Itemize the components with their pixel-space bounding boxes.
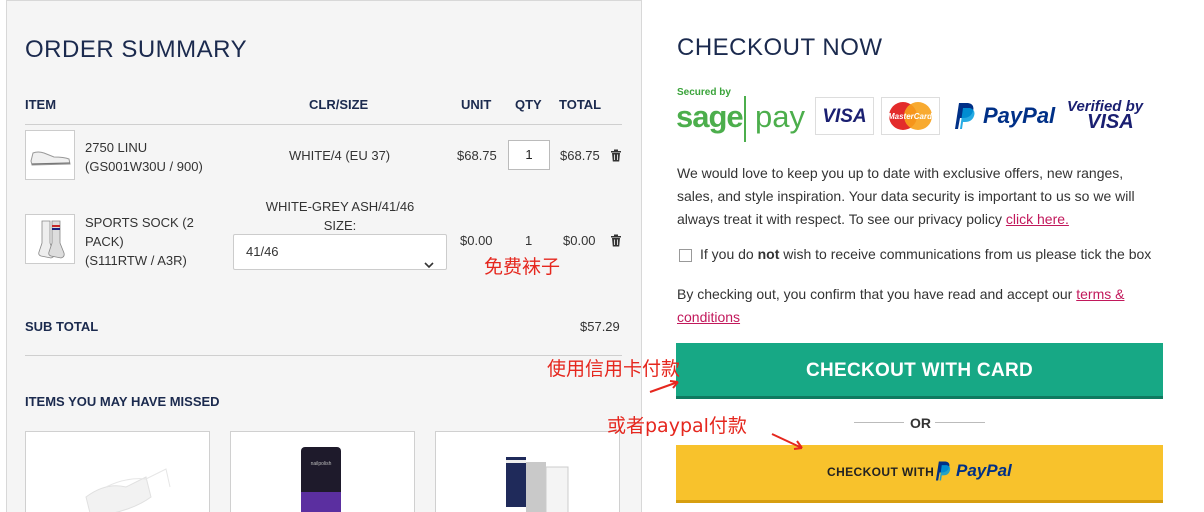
sage-pay-logo: pay — [755, 99, 805, 134]
item-unit-price: $0.00 — [460, 233, 493, 248]
svg-text:nailpolish: nailpolish — [311, 461, 332, 467]
header-unit: UNIT — [461, 97, 492, 112]
optout-text: If you do — [700, 246, 758, 262]
trash-icon[interactable] — [610, 234, 622, 252]
or-label: OR — [910, 415, 931, 431]
subtotal-value: $57.29 — [580, 319, 620, 334]
header-item: ITEM — [25, 97, 57, 112]
quantity-input[interactable]: 1 — [508, 140, 550, 170]
paypal-annotation: 或者paypal付款 — [607, 415, 747, 437]
privacy-policy-link[interactable]: click here. — [1006, 211, 1069, 227]
paypal-button-logo: PayPal — [956, 461, 1012, 480]
item-total: $68.75 — [560, 148, 600, 163]
optout-text: wish to receive communications from us p… — [779, 246, 1152, 262]
mastercard-logo-text: MasterCard — [888, 112, 933, 121]
item-total: $0.00 — [563, 233, 596, 248]
item-clr-size: WHITE/4 (EU 37) — [289, 148, 391, 163]
terms-text: By checking out, you confirm that you ha… — [677, 283, 1161, 329]
header-qty: QTY — [515, 97, 542, 112]
or-divider-left — [854, 422, 904, 423]
sage-logo: sage — [676, 99, 744, 134]
product-thumbnail-socks[interactable] — [25, 214, 75, 264]
optout-label: If you do not wish to receive communicat… — [700, 246, 1151, 262]
item-color: WHITE-GREY ASH/41/46 — [265, 199, 415, 214]
subtotal-label: SUB TOTAL — [25, 319, 99, 334]
secured-by-label: Secured by — [677, 87, 731, 98]
arrow-icon — [648, 376, 688, 401]
or-divider-right — [935, 422, 985, 423]
size-select[interactable]: 41/46 — [233, 234, 447, 270]
checkout-title: CHECKOUT NOW — [677, 34, 883, 61]
item-name-line: PACK) — [85, 234, 124, 249]
order-summary-panel: ORDER SUMMARY ITEM CLR/SIZE UNIT QTY TOT… — [6, 0, 642, 512]
verified-by-visa-mark: VISA — [1087, 111, 1134, 133]
product-thumbnail-shoe[interactable] — [25, 130, 75, 180]
chevron-down-icon — [424, 248, 434, 282]
subtotal-divider — [25, 355, 622, 356]
visa-logo: VISA — [815, 97, 874, 135]
free-socks-annotation: 免费袜子 — [484, 256, 561, 278]
item-name[interactable]: SPORTS SOCK (2 PACK) (S111RTW / A3R) — [85, 213, 194, 270]
paypal-button-label: CHECKOUT WITH — [827, 465, 935, 479]
product-card-nail-polish[interactable]: nailpolish — [230, 431, 415, 512]
paypal-logo: PayPal — [983, 103, 1056, 128]
sage-pay-divider — [744, 96, 746, 142]
checkout-with-paypal-button[interactable]: CHECKOUT WITH PayPal — [676, 445, 1163, 503]
optout-emphasis: not — [757, 246, 780, 262]
item-clr-size: WHITE-GREY ASH/41/46 SIZE: — [265, 197, 415, 235]
product-card-socks-white[interactable] — [25, 431, 210, 512]
item-name-line: SPORTS SOCK (2 — [85, 215, 194, 230]
header-clr-size: CLR/SIZE — [309, 97, 369, 112]
optout-checkbox[interactable] — [679, 249, 692, 262]
item-name[interactable]: 2750 LINU (GS001W30U / 900) — [85, 138, 203, 176]
trash-icon[interactable] — [610, 149, 622, 167]
size-select-value: 41/46 — [246, 244, 279, 259]
size-label: SIZE: — [323, 218, 357, 233]
item-qty: 1 — [525, 233, 533, 248]
item-name-line: 2750 LINU — [85, 140, 148, 155]
missed-items-title: ITEMS YOU MAY HAVE MISSED — [25, 394, 220, 409]
checkout-with-card-button[interactable]: CHECKOUT WITH CARD — [676, 343, 1163, 399]
terms-copy: By checking out, you confirm that you ha… — [677, 286, 1077, 302]
item-code: (GS001W30U / 900) — [85, 159, 203, 174]
header-divider — [25, 124, 622, 125]
paypal-p-icon — [933, 460, 952, 487]
arrow-icon — [768, 430, 808, 457]
mastercard-logo: MasterCard — [881, 97, 940, 135]
newsletter-text: We would love to keep you up to date wit… — [677, 162, 1161, 231]
visa-logo-text: VISA — [822, 106, 867, 127]
order-summary-title: ORDER SUMMARY — [25, 36, 248, 63]
product-card-socks-pack[interactable] — [435, 431, 620, 512]
item-unit-price: $68.75 — [457, 148, 497, 163]
paypal-p-icon — [951, 101, 977, 136]
item-code: (S111RTW / A3R) — [85, 253, 187, 268]
header-total: TOTAL — [559, 97, 602, 112]
